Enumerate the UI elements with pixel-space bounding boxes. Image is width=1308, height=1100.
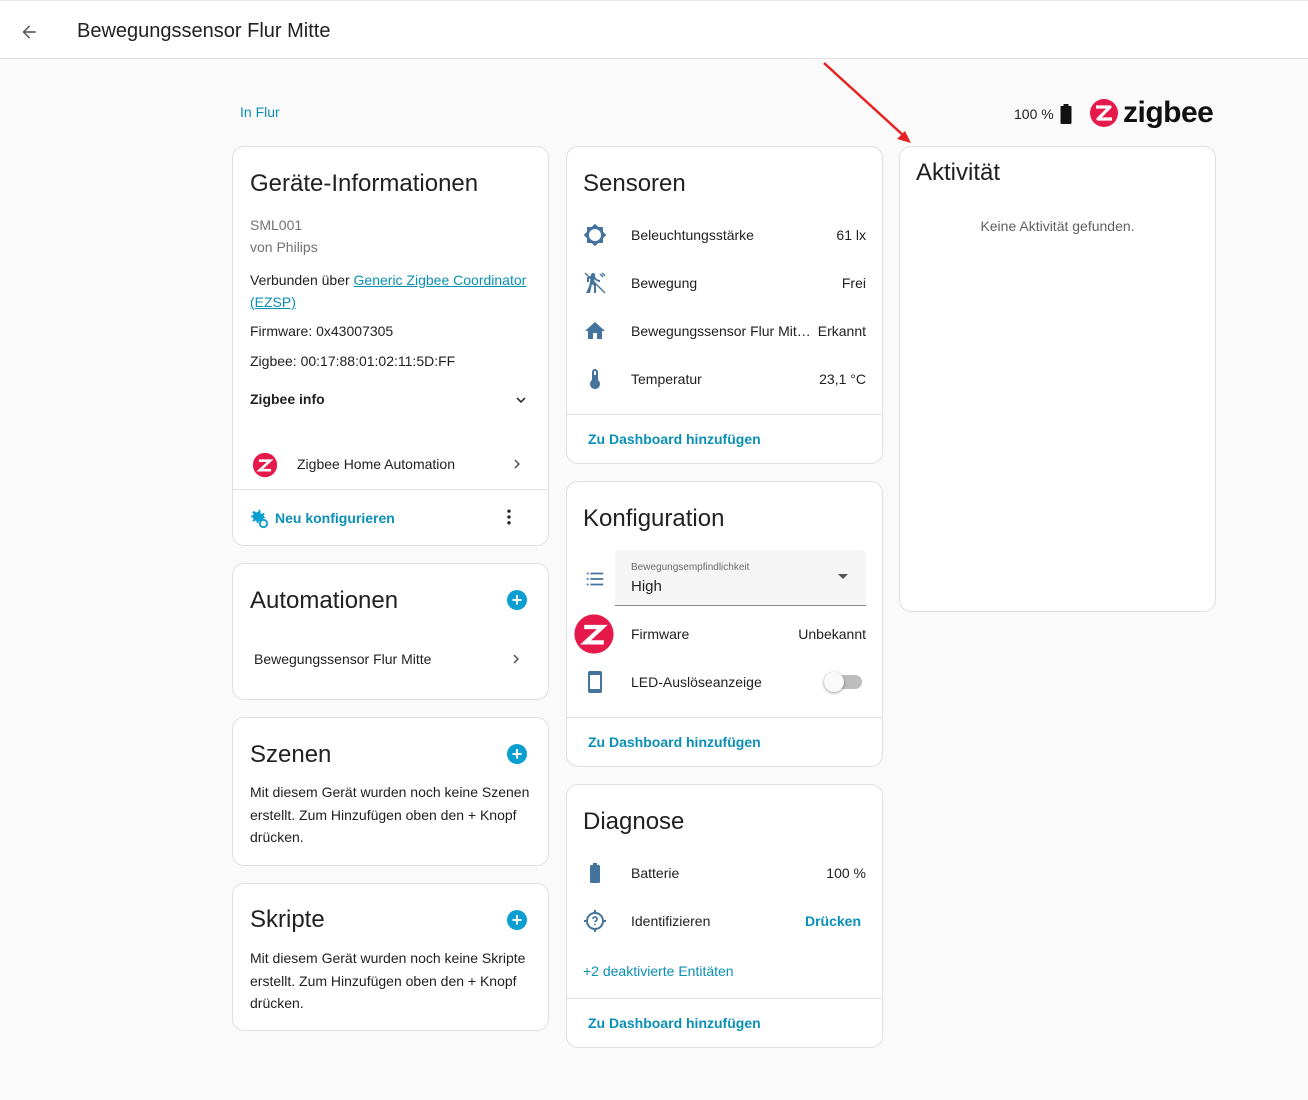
add-to-dashboard-button[interactable]: Zu Dashboard hinzufügen bbox=[588, 734, 761, 750]
diagnostics-title: Diagnose bbox=[583, 808, 685, 835]
sensor-row-temperature[interactable]: Temperatur 23,1 °C bbox=[567, 355, 882, 403]
firmware-info: Firmware: 0x43007305 bbox=[250, 323, 394, 339]
reconfigure-button[interactable]: Neu konfigurieren bbox=[247, 507, 395, 529]
sensor-value: 61 lx bbox=[836, 227, 866, 243]
diag-name: Identifizieren bbox=[631, 913, 711, 929]
battery-icon bbox=[1060, 104, 1072, 124]
diag-row-identify: Identifizieren Drücken bbox=[567, 897, 882, 945]
zigbee-icon bbox=[252, 452, 278, 478]
add-to-dashboard-button[interactable]: Zu Dashboard hinzufügen bbox=[588, 431, 761, 447]
integration-name: Zigbee Home Automation bbox=[297, 456, 455, 472]
connected-via: Verbunden über Generic Zigbee Coordinato… bbox=[250, 269, 535, 313]
sensor-name: Bewegungssensor Flur Mitte Belegung bbox=[631, 323, 811, 339]
diagnostics-card: Diagnose Batterie 100 % Identifizieren D… bbox=[566, 784, 883, 1048]
configuration-card: Konfiguration Bewegungsempfindlichkeit H… bbox=[566, 481, 883, 767]
sensor-row-motion[interactable]: Bewegung Frei bbox=[567, 259, 882, 307]
sensor-value: Erkannt bbox=[817, 323, 866, 339]
add-script-button[interactable]: + bbox=[507, 910, 527, 930]
scenes-title: Szenen bbox=[250, 741, 332, 768]
thermometer-icon bbox=[590, 369, 600, 389]
top-bar: Bewegungssensor Flur Mitte bbox=[0, 0, 1308, 59]
add-to-dashboard-button[interactable]: Zu Dashboard hinzufügen bbox=[588, 1015, 761, 1031]
scripts-empty-text: Mit diesem Gerät wurden noch keine Skrip… bbox=[250, 950, 526, 1011]
sensor-value: 23,1 °C bbox=[819, 371, 866, 387]
battery-status: 100 % bbox=[1014, 104, 1072, 124]
diag-value: 100 % bbox=[826, 865, 866, 881]
chevron-right-icon bbox=[514, 459, 520, 469]
cog-refresh-icon bbox=[250, 509, 269, 529]
back-button[interactable] bbox=[16, 19, 42, 45]
device-model: SML001 bbox=[250, 217, 303, 233]
crosshairs-question-icon bbox=[584, 910, 606, 932]
diag-name: Batterie bbox=[631, 865, 680, 881]
sensors-title: Sensoren bbox=[583, 170, 686, 197]
device-info-title: Geräte-Informationen bbox=[250, 170, 479, 197]
scenes-empty-text: Mit diesem Gerät wurden noch keine Szene… bbox=[250, 784, 530, 845]
activity-card: Aktivität Keine Aktivität gefunden. bbox=[899, 146, 1216, 612]
config-row-led[interactable]: LED-Auslöseanzeige bbox=[567, 658, 882, 706]
motion-icon bbox=[584, 272, 606, 294]
device-manufacturer: von Philips bbox=[250, 239, 318, 255]
sensitivity-select-label: Bewegungsempfindlichkeit bbox=[631, 562, 750, 573]
connected-prefix: Verbunden über bbox=[250, 272, 354, 288]
brightness-icon bbox=[583, 223, 607, 247]
sensors-card: Sensoren Beleuchtungsstärke 61 lx Bewegu… bbox=[566, 146, 883, 464]
chevron-right-icon bbox=[513, 654, 519, 664]
more-vert-icon[interactable] bbox=[499, 507, 519, 527]
automation-item-label: Bewegungssensor Flur Mitte bbox=[254, 651, 432, 667]
add-automation-button[interactable]: + bbox=[507, 590, 527, 610]
sensor-row-illuminance[interactable]: Beleuchtungsstärke 61 lx bbox=[567, 211, 882, 259]
zigbee-ieee: Zigbee: 00:17:88:01:02:11:5D:FF bbox=[250, 353, 456, 369]
zigbee-info-label: Zigbee info bbox=[250, 391, 325, 407]
battery-value: 100 % bbox=[1014, 106, 1054, 122]
page-title: Bewegungssensor Flur Mitte bbox=[77, 20, 331, 42]
divider bbox=[567, 717, 882, 718]
sensor-value: Frei bbox=[841, 275, 866, 291]
scripts-title: Skripte bbox=[250, 906, 325, 933]
config-name: LED-Auslöseanzeige bbox=[631, 674, 762, 690]
zigbee-icon bbox=[574, 614, 614, 654]
automation-item[interactable]: Bewegungssensor Flur Mitte bbox=[233, 642, 548, 678]
area-link[interactable]: In Flur bbox=[240, 104, 280, 120]
activity-empty-text: Keine Aktivität gefunden. bbox=[980, 218, 1135, 234]
activity-title: Aktivität bbox=[916, 159, 1001, 186]
add-scene-button[interactable]: + bbox=[507, 744, 527, 764]
dropdown-arrow-icon bbox=[838, 574, 848, 579]
reconfigure-label: Neu konfigurieren bbox=[275, 510, 395, 526]
integration-row[interactable]: Zigbee Home Automation bbox=[233, 443, 548, 485]
format-list-icon bbox=[586, 572, 604, 586]
home-icon bbox=[585, 322, 605, 339]
cellphone-icon bbox=[588, 671, 602, 693]
battery-icon bbox=[590, 863, 600, 883]
sensitivity-select-value: High bbox=[631, 578, 662, 595]
disabled-entities-link[interactable]: +2 deaktivierte Entitäten bbox=[583, 963, 734, 979]
scripts-card: Skripte + Mit diesem Gerät wurden noch k… bbox=[232, 883, 549, 1031]
divider bbox=[567, 414, 882, 415]
config-row-firmware[interactable]: Firmware Unbekannt bbox=[567, 610, 882, 658]
arrow-left-icon bbox=[22, 25, 36, 39]
identify-button[interactable]: Drücken bbox=[805, 913, 861, 929]
sensor-row-occupancy[interactable]: Bewegungssensor Flur Mitte Belegung Erka… bbox=[567, 307, 882, 355]
zigbee-icon bbox=[1090, 99, 1118, 127]
chevron-down-icon bbox=[516, 397, 526, 403]
scenes-card: Szenen + Mit diesem Gerät wurden noch ke… bbox=[232, 717, 549, 866]
sensor-name: Beleuchtungsstärke bbox=[631, 227, 754, 243]
sensitivity-select[interactable]: Bewegungsempfindlichkeit High bbox=[615, 550, 866, 606]
led-toggle[interactable] bbox=[824, 672, 862, 692]
zigbee-wordmark: zigbee bbox=[1123, 96, 1214, 129]
config-name: Firmware bbox=[631, 626, 690, 642]
zigbee-info-toggle[interactable]: Zigbee info bbox=[250, 391, 530, 407]
divider bbox=[233, 489, 548, 490]
divider bbox=[567, 998, 882, 999]
sensor-name: Temperatur bbox=[631, 371, 702, 387]
device-info-card: Geräte-Informationen SML001 von Philips … bbox=[232, 146, 549, 546]
config-value: Unbekannt bbox=[798, 626, 866, 642]
automations-title: Automationen bbox=[250, 587, 399, 614]
configuration-title: Konfiguration bbox=[583, 505, 725, 532]
sensor-name: Bewegung bbox=[631, 275, 698, 291]
toggle-knob bbox=[824, 672, 844, 692]
automations-card: Automationen + Bewegungssensor Flur Mitt… bbox=[232, 563, 549, 700]
zigbee-logo: zigbee bbox=[1089, 96, 1214, 130]
diag-row-battery[interactable]: Batterie 100 % bbox=[567, 849, 882, 897]
